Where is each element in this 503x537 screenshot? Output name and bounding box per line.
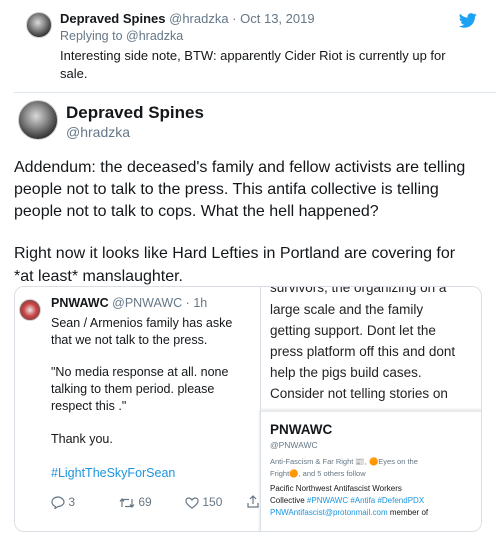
embedded-panel-seam (260, 287, 261, 531)
pnwawc-quote-line2: talking to them period. please (51, 382, 215, 396)
pnwawc-quote: "No media response at all. none talking … (51, 364, 228, 415)
main-tweet-para2-line2: *at least* manslaughter. (14, 268, 183, 285)
reply-tweet-avatar[interactable] (26, 12, 52, 38)
reply-tweet-display-name[interactable]: Depraved Spines (60, 11, 166, 26)
bio-email-link[interactable]: PNWAntifascist@protonmail.com (270, 508, 388, 517)
bio-line3-suffix: member of (389, 508, 429, 517)
reply-count: 3 (68, 495, 76, 509)
right-line4: help the pigs build cases. (270, 365, 422, 380)
bio-line2: Collective #PNWAWC #Antifa #DefendPDX (270, 495, 428, 507)
followed-by-line2: Fright🟠, and 5 others follow (270, 469, 366, 478)
pnwawc-handle-time[interactable]: @PNWAWC · 1h (112, 296, 207, 310)
bio-line3: PNWAntifascist@protonmail.com member of (270, 507, 428, 519)
pnwawc-thanks: Thank you. (51, 432, 113, 446)
pnwawc-line2: that we not talk to the press. (51, 333, 208, 347)
reply-icon (51, 496, 65, 511)
retweet-count: 69 (138, 495, 152, 509)
main-tweet-para1-line1: Addendum: the deceased's family and fell… (14, 159, 466, 176)
main-tweet-handle[interactable]: @hradzka (66, 124, 130, 140)
bio-line2-prefix: Collective (270, 496, 305, 505)
share-action[interactable] (247, 494, 259, 508)
profile-card-followed-by: Anti-Fascism & Far Right 📰, 🟠Eyes on the… (270, 456, 418, 480)
right-line3: press platform off this and dont (270, 344, 456, 359)
embedded-screenshot-card[interactable]: PNWAWC @PNWAWC · 1h Sean / Armenios fami… (14, 286, 482, 532)
pnwawc-display-name[interactable]: PNWAWC (51, 296, 109, 310)
pnwawc-quote-line3: respect this ." (51, 399, 127, 413)
right-line5: Consider not telling stories on (270, 386, 448, 401)
share-icon (247, 495, 259, 508)
reply-tweet-text-line1: Interesting side note, BTW: apparently C… (60, 48, 446, 63)
followed-by-line1: Anti-Fascism & Far Right 📰, 🟠Eyes on the (270, 457, 418, 466)
reply-tweet-text-line2: sale. (60, 66, 88, 81)
profile-card-handle[interactable]: @PNWAWC (270, 440, 318, 450)
main-tweet-para2-line1: Right now it looks like Hard Lefties in … (14, 245, 456, 262)
embedded-right-panel: survivors, the organizing on a large sca… (260, 286, 481, 531)
main-tweet-para1-line2: people not to talk to the press. This an… (14, 181, 439, 198)
pnwawc-quote-line1: "No media response at all. none (51, 365, 229, 379)
twitter-bird-icon[interactable] (459, 13, 477, 28)
pnwawc-header: PNWAWC @PNWAWC · 1h (51, 296, 207, 310)
reply-tweet-text: Interesting side note, BTW: apparently C… (60, 47, 446, 83)
retweet-icon (119, 497, 135, 508)
like-count: 150 (202, 495, 223, 509)
right-cut-line: survivors, the organizing on a (270, 286, 447, 295)
main-tweet-avatar[interactable] (18, 100, 58, 140)
bio-hashtags[interactable]: #PNWAWC #Antifa #DefendPDX (307, 496, 424, 505)
retweet-action[interactable]: 69 (119, 495, 152, 509)
right-continuation-text: large scale and the family getting suppo… (270, 299, 455, 404)
reply-tweet-replying-to[interactable]: Replying to @hradzka (60, 29, 183, 43)
reply-action[interactable]: 3 (51, 495, 76, 511)
like-action[interactable]: 150 (185, 495, 222, 509)
main-tweet-para1-line3: people not to talk to cops. What the hel… (14, 203, 379, 220)
main-tweet-paragraph-2: Right now it looks like Hard Lefties in … (14, 242, 455, 288)
like-icon (185, 497, 199, 509)
pnwawc-tweet-body: Sean / Armenios family has aske that we … (51, 315, 232, 349)
reply-tweet-handle-date[interactable]: @hradzka · Oct 13, 2019 (169, 11, 314, 26)
tweet-divider (14, 92, 496, 93)
profile-card-bio: Pacific Northwest Antifascist Workers Co… (270, 483, 428, 519)
pnwawc-avatar[interactable] (19, 299, 41, 321)
pnwawc-hashtag[interactable]: #LightTheSkyForSean (51, 466, 175, 480)
reply-tweet-header: Depraved Spines @hradzka · Oct 13, 2019 (60, 11, 315, 26)
embedded-left-panel: PNWAWC @PNWAWC · 1h Sean / Armenios fami… (15, 287, 260, 531)
profile-card-name[interactable]: PNWAWC (270, 422, 332, 437)
bio-line1: Pacific Northwest Antifascist Workers (270, 484, 402, 493)
right-line2: getting support. Dont let the (270, 323, 436, 338)
profile-card[interactable]: PNWAWC @PNWAWC Anti-Fascism & Far Right … (260, 411, 481, 531)
main-tweet-display-name[interactable]: Depraved Spines (66, 103, 204, 123)
pnwawc-line1: Sean / Armenios family has aske (51, 316, 233, 330)
right-line1: large scale and the family (270, 302, 424, 317)
main-tweet-paragraph-1: Addendum: the deceased's family and fell… (14, 157, 465, 223)
